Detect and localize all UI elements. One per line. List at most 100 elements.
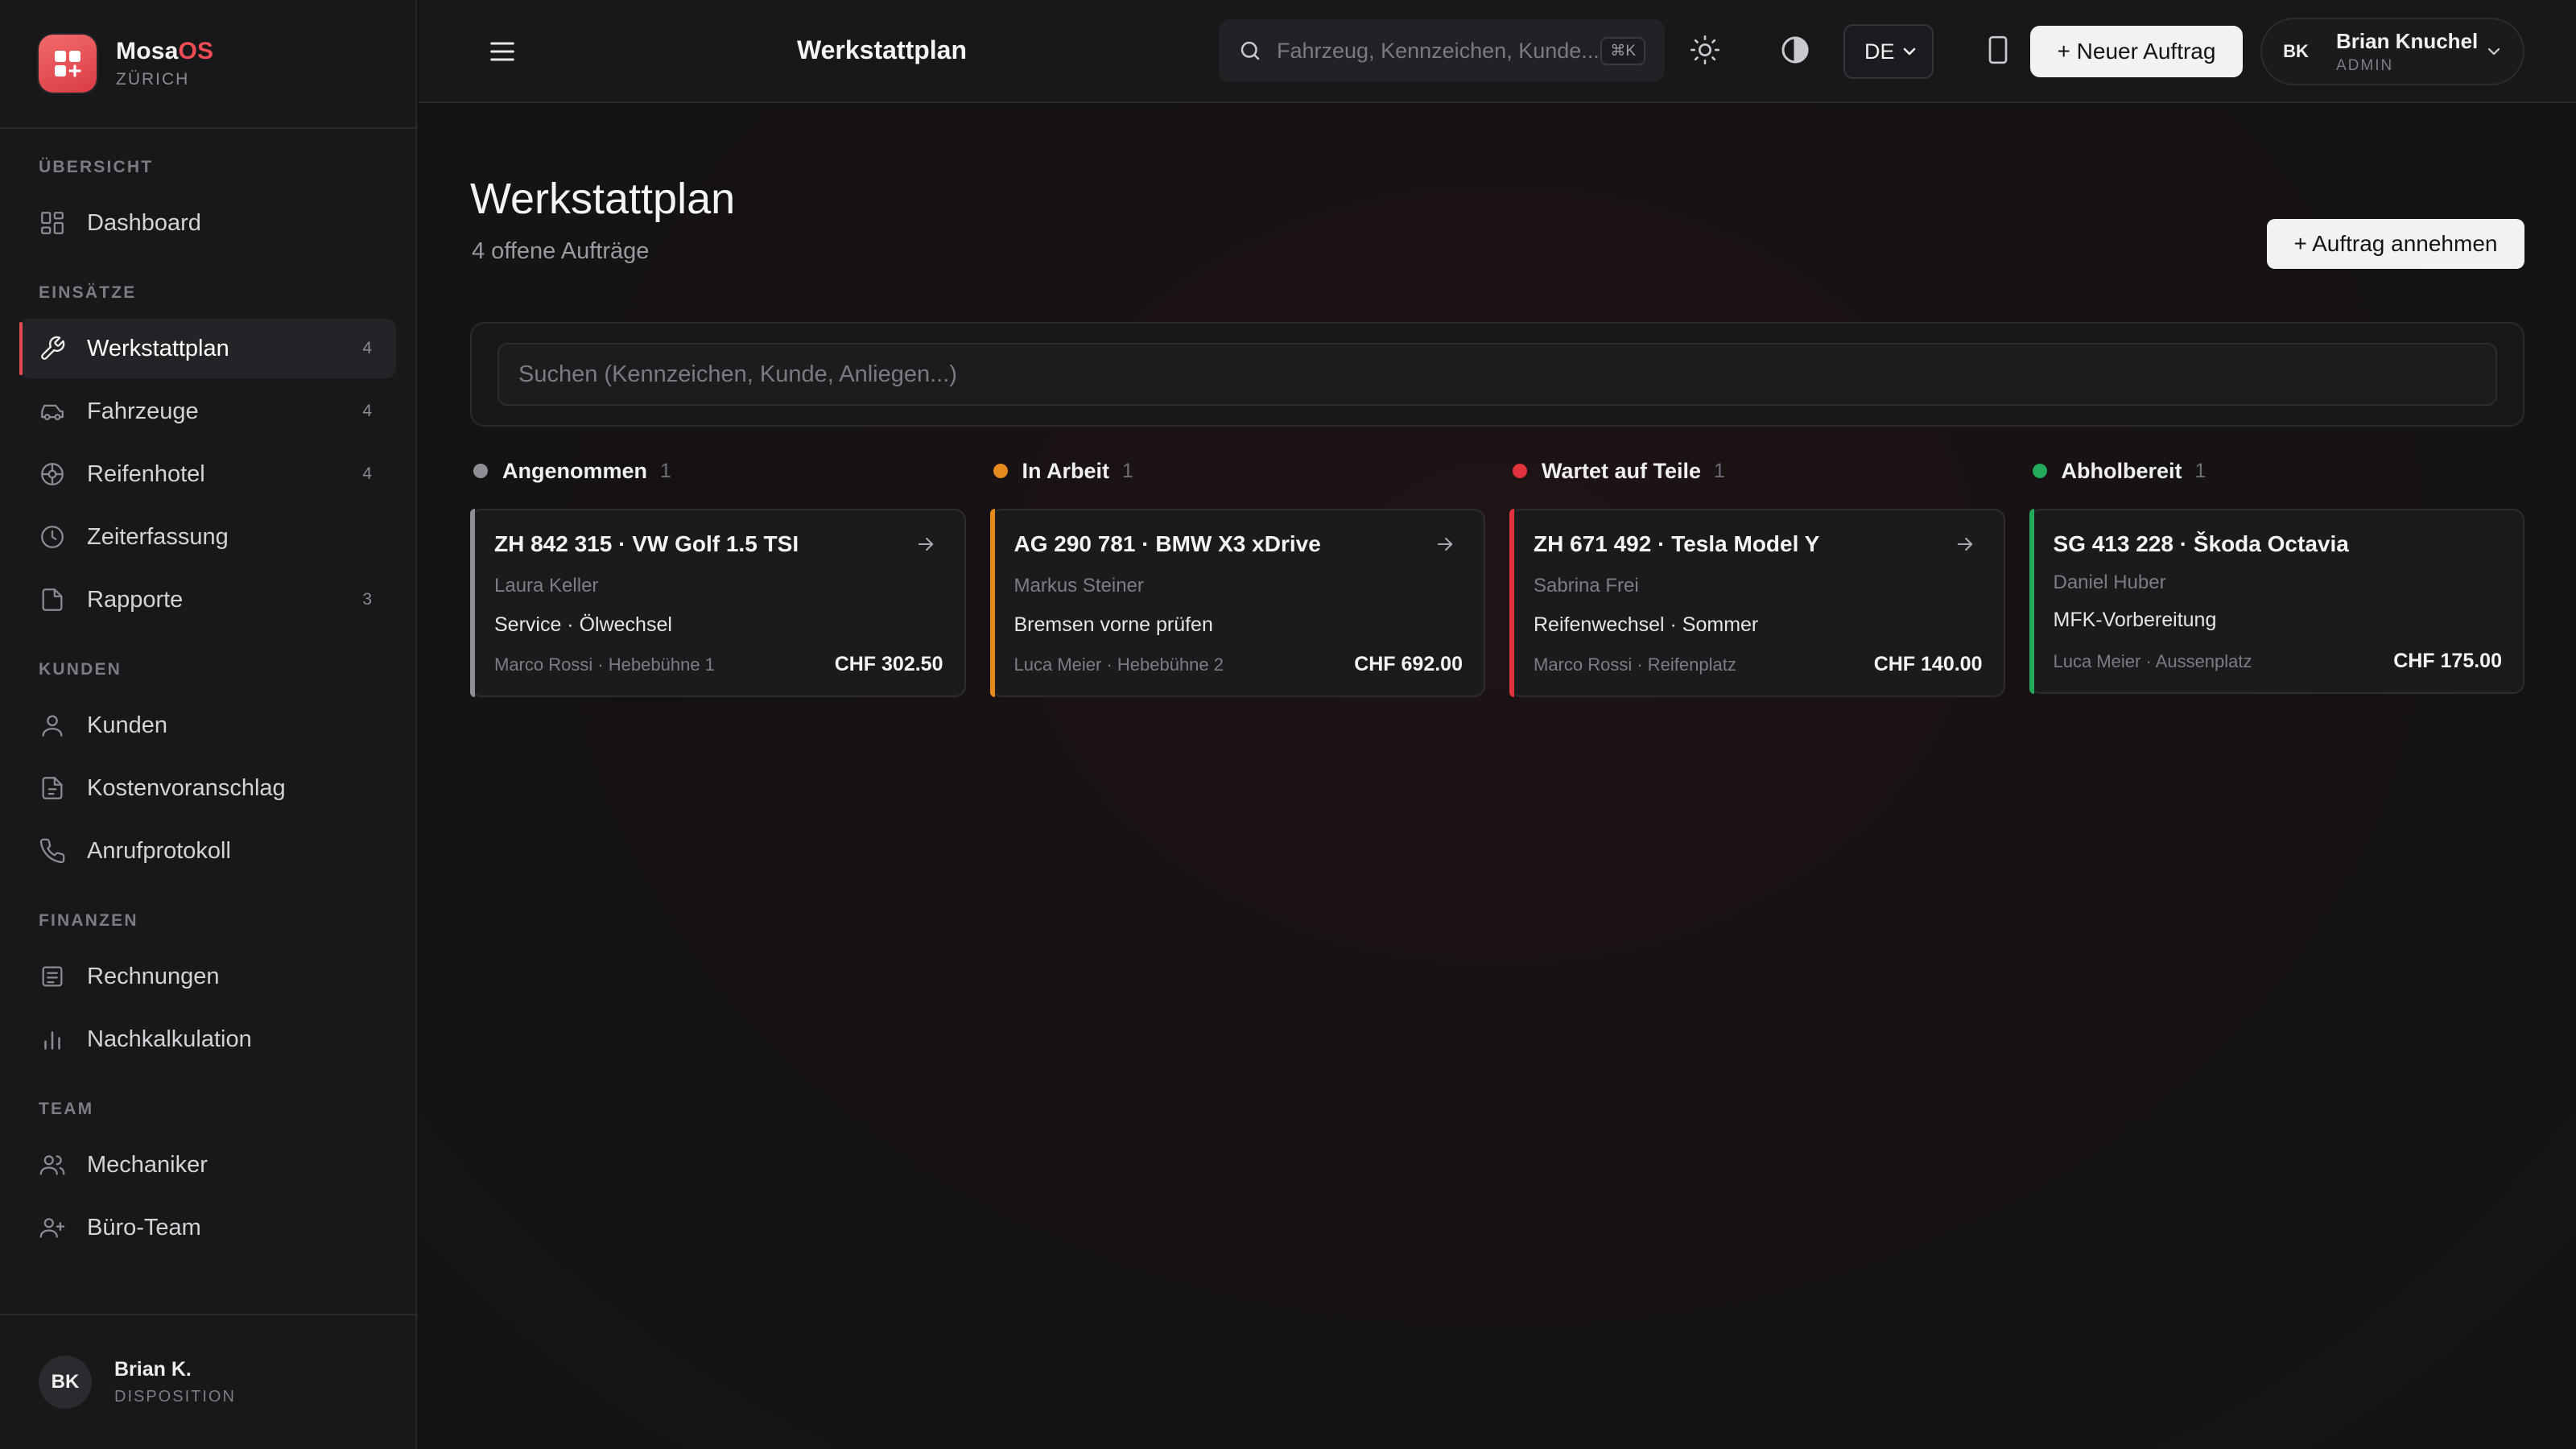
column-header: Angenommen 1 <box>470 454 966 488</box>
accept-order-button[interactable]: + Auftrag annehmen <box>2267 219 2524 269</box>
file-icon <box>42 588 63 611</box>
avatar: BK <box>2272 27 2320 76</box>
sidebar-item-rechnungen[interactable]: Rechnungen <box>19 947 396 1006</box>
sidebar-item-label: Kunden <box>87 712 167 738</box>
column-count: 1 <box>1714 459 1725 482</box>
card-customer: Sabrina Frei <box>1534 575 1639 597</box>
column-title: Wartet auf Teile <box>1542 458 1702 483</box>
global-search[interactable]: ⌘K <box>1219 19 1665 82</box>
arrow-right-icon[interactable] <box>914 533 937 555</box>
sidebar-user[interactable]: BK Brian K. DISPOSITION <box>0 1314 415 1449</box>
sidebar-item-label: Rapporte <box>87 586 184 613</box>
column-count: 1 <box>2194 459 2207 482</box>
tire-icon <box>41 463 64 485</box>
avatar: BK <box>39 1356 92 1409</box>
column-header: In Arbeit 1 <box>990 454 1486 488</box>
sidebar-item-label: Dashboard <box>87 209 201 236</box>
count-badge: 4 <box>362 402 372 420</box>
card-price: CHF 302.50 <box>834 653 943 675</box>
status-dot <box>2032 464 2047 478</box>
card-meta: Luca Meier · Hebebühne 2 <box>1013 654 1224 675</box>
app-logo-icon <box>39 35 97 93</box>
tablet-icon[interactable] <box>1982 34 2014 66</box>
card-meta: Marco Rossi · Reifenplatz <box>1534 654 1736 675</box>
status-dot <box>993 464 1008 478</box>
user-role: DISPOSITION <box>114 1388 236 1406</box>
card-task: MFK-Vorbereitung <box>2053 609 2217 631</box>
top-bar: Werkstattplan ⌘K DE + Neuer Auftrag BK B… <box>419 0 2576 103</box>
sidebar-item-label: Nachkalkulation <box>87 1026 252 1052</box>
order-card[interactable]: AG 290 781 · BMW X3 xDrive Markus Steine… <box>989 509 1485 697</box>
column-count: 1 <box>660 459 671 482</box>
user-menu[interactable]: BK Brian Knuchel ADMIN <box>2260 18 2524 85</box>
header-title: Werkstattplan <box>797 35 968 64</box>
sidebar-nav: ÜBERSICHT Dashboard EINSÄTZE Werkstattpl… <box>0 158 415 1257</box>
phone-icon <box>39 838 65 864</box>
sidebar-item-anrufprotokoll[interactable]: Anrufprotokoll <box>19 821 396 881</box>
status-dot <box>473 464 488 478</box>
page-title: Werkstattplan <box>470 175 736 223</box>
sidebar: MosaOS ZÜRICH ÜBERSICHT Dashboard EINSÄT… <box>0 0 417 1449</box>
card-meta: Marco Rossi · Hebebühne 1 <box>494 654 715 675</box>
sidebar-item-kunden[interactable]: Kunden <box>19 696 396 755</box>
language-value: DE <box>1864 39 1895 64</box>
order-search-input[interactable] <box>497 343 2497 406</box>
sidebar-item-kostenvoranschlag[interactable]: Kostenvoranschlag <box>19 758 396 818</box>
column-title: Angenommen <box>502 458 648 483</box>
page-subtitle: 4 offene Aufträge <box>472 238 650 264</box>
wrench-icon <box>41 336 65 360</box>
chevron-down-icon <box>1903 47 1916 56</box>
user-icon <box>42 715 63 737</box>
user-name: Brian K. <box>114 1358 192 1381</box>
sidebar-item-reifenhotel[interactable]: Reifenhotel 4 <box>19 444 396 504</box>
card-title: SG 413 228 · Škoda Octavia <box>2053 531 2349 556</box>
sidebar-item-label: Zeiterfassung <box>87 523 229 550</box>
sidebar-item-zeiterfassung[interactable]: Zeiterfassung <box>19 507 396 567</box>
nav-section-title: ÜBERSICHT <box>39 158 154 176</box>
nav-section-title: KUNDEN <box>39 660 122 679</box>
sidebar-item-label: Fahrzeuge <box>87 398 199 424</box>
user-name: Brian Knuchel <box>2336 28 2479 53</box>
nav-section-title: FINANZEN <box>39 911 138 930</box>
arrow-right-icon[interactable] <box>1954 533 1976 555</box>
users-icon <box>39 1155 65 1175</box>
nav-section-title: EINSÄTZE <box>39 283 137 302</box>
sidebar-item-label: Reifenhotel <box>87 460 205 487</box>
column-wartet-auf-teile: Wartet auf Teile 1 ZH 671 492 · Tesla Mo… <box>1509 454 2005 697</box>
sun-icon[interactable] <box>1689 34 1721 66</box>
sidebar-item-werkstattplan[interactable]: Werkstattplan 4 <box>19 319 396 378</box>
language-select[interactable]: DE <box>1843 24 1934 79</box>
sidebar-item-fahrzeuge[interactable]: Fahrzeuge 4 <box>19 382 396 441</box>
count-badge: 4 <box>362 464 372 483</box>
nav-section-title: TEAM <box>39 1100 94 1118</box>
sidebar-item-mechaniker[interactable]: Mechaniker <box>19 1135 396 1195</box>
global-search-input[interactable] <box>1277 38 1601 64</box>
bar-chart-icon <box>44 1031 60 1050</box>
sidebar-item-nachkalkulation[interactable]: Nachkalkulation <box>19 1009 396 1069</box>
brand[interactable]: MosaOS ZÜRICH <box>0 0 415 129</box>
sidebar-item-label: Kostenvoranschlag <box>87 774 286 801</box>
grid-icon <box>41 212 64 234</box>
order-card[interactable]: ZH 842 315 · VW Golf 1.5 TSI Laura Kelle… <box>470 509 966 697</box>
status-dot <box>1513 464 1527 478</box>
contrast-icon[interactable] <box>1779 34 1811 66</box>
card-task: Reifenwechsel · Sommer <box>1534 613 1759 636</box>
menu-icon[interactable] <box>486 35 518 68</box>
arrow-right-icon[interactable] <box>1434 533 1456 555</box>
shortcut-hint: ⌘K <box>1600 36 1645 65</box>
sidebar-item-rapporte[interactable]: Rapporte 3 <box>19 570 396 630</box>
receipt-icon <box>42 966 63 987</box>
sidebar-item-buero-team[interactable]: Büro-Team <box>19 1198 396 1257</box>
new-order-button[interactable]: + Neuer Auftrag <box>2030 26 2243 77</box>
column-header: Abholbereit 1 <box>2029 454 2525 488</box>
card-customer: Markus Steiner <box>1013 575 1144 597</box>
card-price: CHF 175.00 <box>2393 650 2502 672</box>
sidebar-item-label: Büro-Team <box>87 1214 201 1241</box>
sidebar-item-dashboard[interactable]: Dashboard <box>19 193 396 253</box>
column-header: Wartet auf Teile 1 <box>1509 454 2005 488</box>
sidebar-item-label: Werkstattplan <box>87 335 229 361</box>
sidebar-item-label: Mechaniker <box>87 1151 208 1178</box>
kanban-board: Angenommen 1 ZH 842 315 · VW Golf 1.5 TS… <box>470 454 2524 697</box>
order-card[interactable]: ZH 671 492 · Tesla Model Y Sabrina Frei … <box>1509 509 2005 697</box>
order-card[interactable]: SG 413 228 · Škoda Octavia Daniel Huber … <box>2029 509 2524 694</box>
